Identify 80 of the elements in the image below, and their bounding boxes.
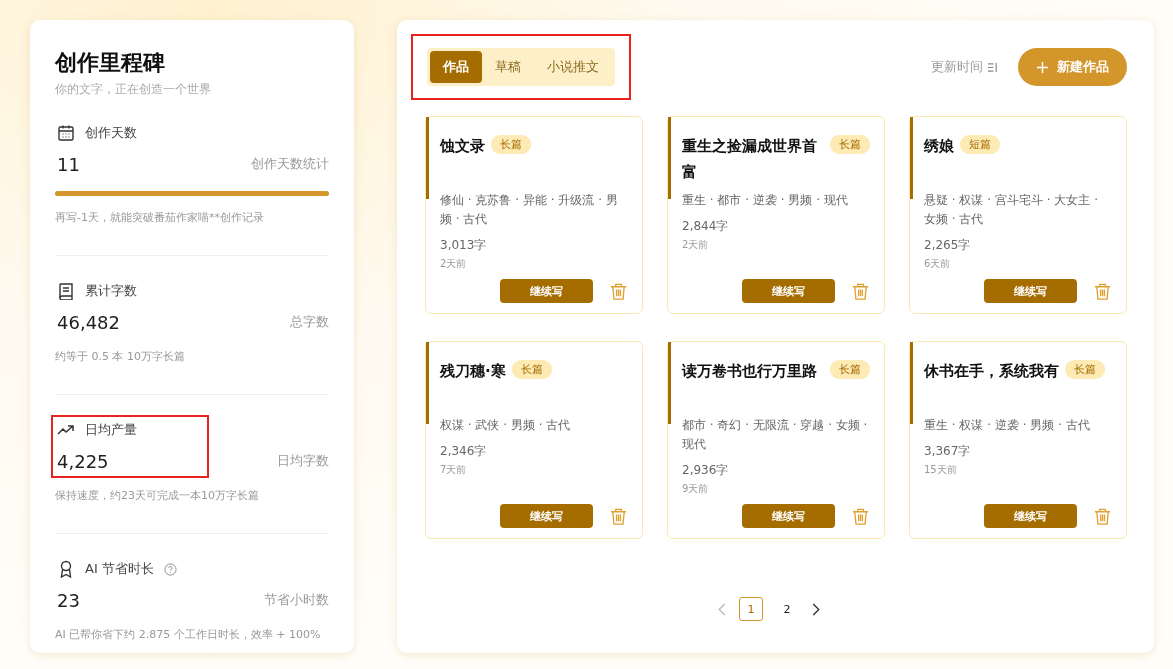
book-icon (57, 282, 75, 300)
work-card[interactable]: 休书在手，系统我有 长篇 重生 · 权谋 · 逆袭 · 男频 · 古代 3,367字 15天前 继续写 (909, 341, 1127, 539)
trash-icon[interactable] (851, 506, 870, 526)
stat-value: 4,225 (57, 451, 110, 472)
updated-time: 2天前 (440, 257, 468, 271)
stat-label: 创作天数 (85, 124, 137, 142)
work-title: 残刀穗·寒 (440, 361, 506, 382)
word-count: 3,013字 (440, 237, 488, 254)
updated-time: 2天前 (682, 238, 710, 252)
word-count: 2,346字 (440, 443, 488, 460)
continue-button[interactable]: 继续写 (500, 504, 593, 528)
length-tag: 长篇 (830, 135, 870, 154)
trash-icon[interactable] (609, 506, 628, 526)
tab[interactable]: 作品 (430, 51, 482, 83)
length-tag: 长篇 (491, 135, 531, 154)
panel-title: 创作里程碑 (55, 49, 166, 77)
stat-label: AI 节省时长 (85, 560, 154, 578)
stat-label: 累计字数 (85, 282, 137, 300)
work-card[interactable]: 残刀穗·寒 长篇 权谋 · 武侠 · 男频 · 古代 2,346字 7天前 继续写 (425, 341, 643, 539)
length-tag: 长篇 (830, 360, 870, 379)
updated-time: 6天前 (924, 257, 952, 271)
stat-value: 23 (57, 590, 81, 611)
continue-button[interactable]: 继续写 (984, 279, 1077, 303)
stat-note: 保持速度，约23天可完成一本10万字长篇 (55, 488, 260, 503)
work-title: 蚀文录 (440, 136, 485, 157)
genre-list: 权谋 · 武侠 · 男频 · 古代 (440, 416, 628, 435)
updated-time: 7天前 (440, 463, 468, 477)
help-icon[interactable] (163, 562, 177, 576)
stat-value: 11 (57, 154, 81, 175)
trash-icon[interactable] (1093, 506, 1112, 526)
work-title: 绣娘 (924, 136, 954, 157)
genre-list: 重生 · 权谋 · 逆袭 · 男频 · 古代 (924, 416, 1112, 435)
word-count: 2,844字 (682, 218, 730, 235)
page-button[interactable]: 2 (775, 597, 799, 621)
tab[interactable]: 小说推文 (534, 51, 612, 83)
word-count: 2,265字 (924, 237, 972, 254)
next-page-icon[interactable] (811, 602, 821, 616)
work-card[interactable]: 重生之捡漏成世界首富 长篇 重生 · 都市 · 逆袭 · 男频 · 现代 2,844字 2天前 继续写 (667, 116, 885, 314)
stat-caption: 节省小时数 (264, 591, 329, 609)
trash-icon[interactable] (851, 281, 870, 301)
stat-note: 再写-1天，就能突破番茄作家喵**创作记录 (55, 210, 265, 225)
stat-note: AI 已帮你省下约 2.875 个工作日时长，效率 + 100% (55, 627, 322, 642)
word-count: 2,936字 (682, 462, 730, 479)
new-work-button[interactable]: 新建作品 (1018, 48, 1127, 86)
work-card[interactable]: 读万卷书也行万里路 长篇 都市 · 奇幻 · 无限流 · 穿越 · 女频 · 现代 2,936字 9天前 继续写 (667, 341, 885, 539)
length-tag: 长篇 (511, 360, 552, 379)
stat-caption: 日均字数 (277, 452, 329, 470)
genre-list: 重生 · 都市 · 逆袭 · 男频 · 现代 (682, 191, 870, 210)
genre-list: 修仙 · 克苏鲁 · 异能 · 升级流 · 男频 · 古代 (440, 191, 628, 229)
page-button[interactable]: 1 (739, 597, 763, 621)
work-title: 读万卷书也行万里路 (682, 361, 817, 382)
work-title: 重生之捡漏成世界首富 (682, 136, 818, 183)
trash-icon[interactable] (609, 281, 628, 301)
previous-page-icon[interactable] (717, 602, 727, 616)
calendar-icon (57, 124, 75, 142)
stat-value: 46,482 (57, 312, 121, 333)
work-card[interactable]: 蚀文录 长篇 修仙 · 克苏鲁 · 异能 · 升级流 · 男频 · 古代 3,013字 2天前 继续写 (425, 116, 643, 314)
sort-button[interactable]: 更新时间 (925, 57, 1004, 77)
updated-time: 9天前 (682, 482, 710, 496)
length-tag: 短篇 (960, 135, 1000, 154)
panel-subtitle: 你的文字，正在创造一个世界 (55, 81, 212, 98)
length-tag: 长篇 (1065, 360, 1105, 379)
continue-button[interactable]: 继续写 (742, 504, 835, 528)
plus-icon (1036, 60, 1049, 74)
stat-note: 约等于 0.5 本 10万字长篇 (55, 349, 186, 364)
genre-list: 都市 · 奇幻 · 无限流 · 穿越 · 女频 · 现代 (682, 416, 870, 454)
work-title: 休书在手，系统我有 (924, 361, 1059, 382)
stat-caption: 创作天数统计 (251, 155, 329, 173)
tab[interactable]: 草稿 (482, 51, 534, 83)
trash-icon[interactable] (1093, 281, 1112, 301)
continue-button[interactable]: 继续写 (500, 279, 593, 303)
sort-icon (987, 61, 998, 73)
work-card[interactable]: 绣娘 短篇 悬疑 · 权谋 · 宫斗宅斗 · 大女主 · 女频 · 古代 2,265字 6天前 继续写 (909, 116, 1127, 314)
stat-label: 日均产量 (85, 421, 137, 439)
word-count: 3,367字 (924, 443, 972, 460)
stat-caption: 总字数 (290, 313, 329, 331)
updated-time: 15天前 (924, 463, 958, 477)
continue-button[interactable]: 继续写 (742, 279, 835, 303)
genre-list: 悬疑 · 权谋 · 宫斗宅斗 · 大女主 · 女频 · 古代 (924, 191, 1112, 229)
continue-button[interactable]: 继续写 (984, 504, 1077, 528)
